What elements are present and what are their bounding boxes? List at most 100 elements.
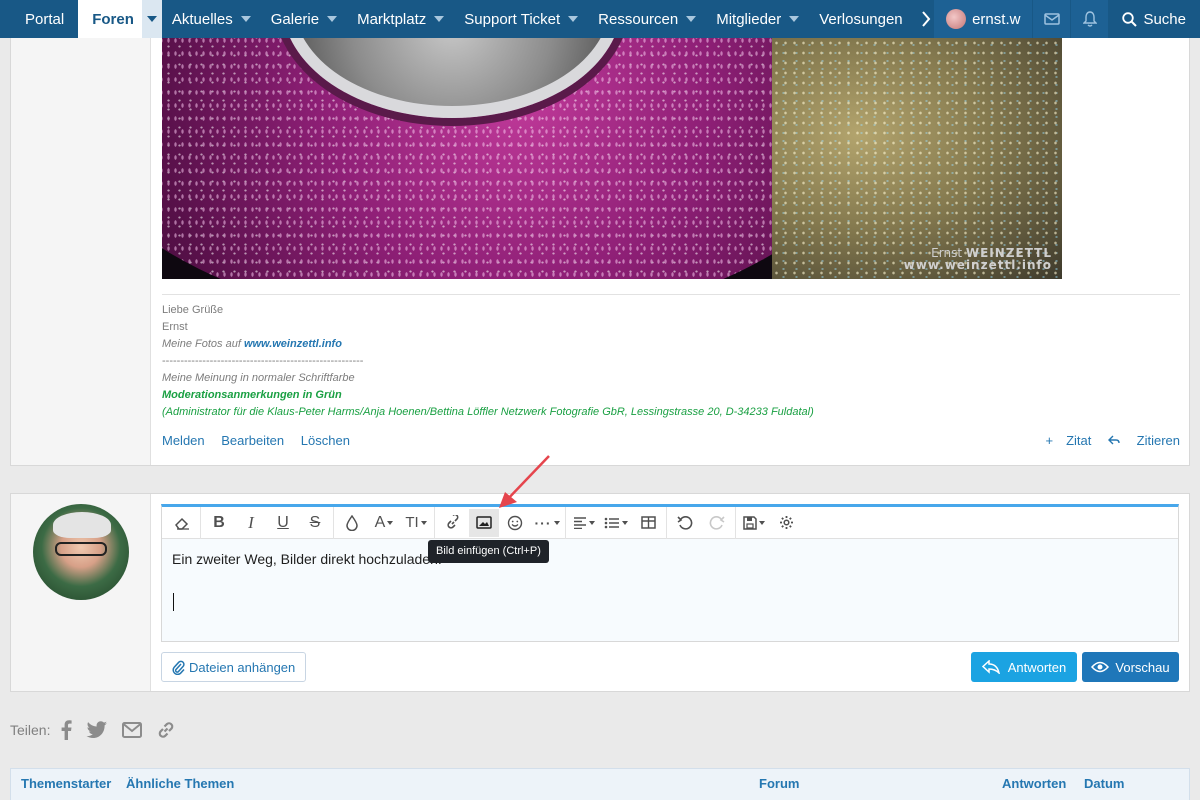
- nav-tab-galerie[interactable]: Galerie: [261, 0, 347, 38]
- nav-tab-marktplatz[interactable]: Marktplatz: [347, 0, 454, 38]
- nav-tab-foren[interactable]: Foren: [78, 0, 162, 38]
- eye-icon: [1091, 661, 1110, 673]
- post-signature: Liebe Grüße Ernst Meine Fotos auf www.we…: [162, 294, 1180, 421]
- column-header-starter[interactable]: Themenstarter: [21, 776, 111, 791]
- column-header-replies[interactable]: Antworten: [1002, 776, 1066, 791]
- signature-website-link[interactable]: www.weinzettl.info: [244, 338, 342, 350]
- reply-user-column: [11, 494, 151, 691]
- search-label: Suche: [1143, 10, 1186, 28]
- edit-link[interactable]: Bearbeiten: [221, 433, 284, 448]
- nav-tab-portal[interactable]: Portal: [0, 0, 78, 38]
- signature-admin: (Administrator für die Klaus-Peter Harms…: [162, 406, 814, 418]
- preview-button[interactable]: Vorschau: [1082, 652, 1179, 682]
- reply-icon: [981, 660, 1000, 674]
- align-icon[interactable]: [568, 507, 600, 539]
- chevron-down-icon[interactable]: [686, 16, 697, 22]
- chevron-down-icon[interactable]: [141, 0, 162, 38]
- reply-button[interactable]: Antworten: [971, 652, 1077, 682]
- reply-button-label: Antworten: [1007, 659, 1067, 675]
- list-icon[interactable]: [600, 507, 632, 539]
- twitter-icon[interactable]: [86, 721, 108, 739]
- nav-tab-label: Verlosungen: [819, 10, 903, 28]
- post-image[interactable]: Ernst WEINZETTL www.weinzettl.info: [162, 38, 1062, 279]
- link-icon[interactable]: [437, 507, 469, 539]
- gear-icon[interactable]: [770, 507, 802, 539]
- strikethrough-icon[interactable]: S: [299, 507, 331, 539]
- signature-name: Ernst: [162, 321, 188, 333]
- rich-text-editor[interactable]: B I U S A TI ··· Ein zweiter Weg, Bilder…: [161, 504, 1179, 642]
- email-icon[interactable]: [122, 722, 143, 738]
- nav-tab-label: Mitglieder: [716, 10, 782, 28]
- delete-link[interactable]: Löschen: [301, 433, 350, 448]
- nav-tab-verlosungen[interactable]: Verlosungen: [809, 0, 912, 38]
- nav-tab-mitglieder[interactable]: Mitglieder: [706, 0, 809, 38]
- column-header-date[interactable]: Datum: [1084, 776, 1124, 791]
- avatar: [946, 9, 967, 29]
- eraser-icon[interactable]: [166, 507, 198, 539]
- avatar[interactable]: [33, 504, 129, 600]
- nav-tab-label: Aktuelles: [171, 10, 233, 28]
- plus-icon: +: [1045, 433, 1054, 448]
- text-cursor: [173, 593, 174, 611]
- chevron-down-icon[interactable]: [789, 16, 800, 22]
- chevron-down-icon[interactable]: [240, 16, 251, 22]
- font-family-icon[interactable]: A: [368, 507, 400, 539]
- nav-tab-aktuelles[interactable]: Aktuelles: [162, 0, 261, 38]
- nav-tab-label: Marktplatz: [357, 10, 427, 28]
- annotation-arrow-icon: [499, 455, 550, 508]
- multiquote-label: Zitat: [1066, 433, 1092, 448]
- nav-tab-ressourcen[interactable]: Ressourcen: [588, 0, 706, 38]
- search-button[interactable]: Suche: [1108, 0, 1200, 38]
- post-user-column: [11, 38, 151, 465]
- signature-opinion: Meine Meinung in normaler Schriftfarbe: [162, 372, 355, 384]
- user-menu[interactable]: ernst.w: [934, 0, 1033, 38]
- save-draft-icon[interactable]: [738, 507, 770, 539]
- nav-tab-support-ticket[interactable]: Support Ticket: [454, 0, 588, 38]
- multiquote-link[interactable]: + Zitat: [1033, 433, 1092, 448]
- underline-icon[interactable]: U: [267, 507, 299, 539]
- quick-reply: B I U S A TI ··· Ein zweiter Weg, Bilder…: [10, 493, 1190, 692]
- nav-tab-label: Support Ticket: [464, 10, 561, 28]
- inbox-icon[interactable]: [1032, 0, 1071, 38]
- editor-content[interactable]: Ein zweiter Weg, Bilder direkt hochzulad…: [162, 539, 1178, 567]
- reply-icon: [1108, 435, 1120, 445]
- share-bar: Teilen:: [10, 720, 190, 740]
- top-navigation: Portal Foren Aktuelles Galerie Marktplat…: [0, 0, 1200, 38]
- chevron-down-icon[interactable]: [434, 16, 445, 22]
- table-icon[interactable]: [632, 507, 664, 539]
- column-header-forum[interactable]: Forum: [759, 776, 799, 791]
- signature-divider: ----------------------------------------…: [162, 355, 364, 367]
- bold-icon[interactable]: B: [203, 507, 235, 539]
- text-color-icon[interactable]: [336, 507, 368, 539]
- nav-tab-label: Portal: [25, 10, 65, 28]
- redo-icon[interactable]: [701, 507, 733, 539]
- insert-image-icon[interactable]: [469, 508, 499, 537]
- similar-threads-header: Themenstarter Ähnliche Themen Forum Antw…: [10, 768, 1190, 800]
- chevron-down-icon[interactable]: [568, 16, 579, 22]
- italic-icon[interactable]: I: [235, 507, 267, 539]
- share-label: Teilen:: [10, 722, 51, 738]
- report-link[interactable]: Melden: [162, 433, 205, 448]
- undo-icon[interactable]: [669, 507, 701, 539]
- post-actions: Melden Bearbeiten Löschen + Zitat Zitiere…: [162, 433, 1180, 448]
- quote-link[interactable]: Zitieren: [1108, 433, 1180, 448]
- chevron-down-icon[interactable]: [327, 16, 338, 22]
- attach-files-button[interactable]: Dateien anhängen: [161, 652, 307, 682]
- username: ernst.w: [972, 10, 1021, 28]
- signature-moderation: Moderationsanmerkungen in Grün: [162, 389, 342, 401]
- link-icon[interactable]: [156, 720, 176, 740]
- bell-icon[interactable]: [1070, 0, 1109, 38]
- quote-label: Zitieren: [1136, 433, 1180, 448]
- nav-tab-label: Ressourcen: [598, 10, 679, 28]
- paperclip-icon: [172, 660, 185, 675]
- search-icon: [1122, 11, 1138, 27]
- preview-button-label: Vorschau: [1115, 659, 1170, 675]
- forum-post: Ernst WEINZETTL www.weinzettl.info Liebe…: [10, 38, 1190, 466]
- toolbar-tooltip: Bild einfügen (Ctrl+P): [428, 540, 549, 563]
- facebook-icon[interactable]: [60, 720, 73, 740]
- font-size-icon[interactable]: TI: [400, 507, 432, 539]
- column-header-similar-threads[interactable]: Ähnliche Themen: [126, 776, 234, 791]
- nav-tab-label: Foren: [92, 10, 134, 28]
- editor-toolbar: B I U S A TI ···: [162, 506, 1178, 539]
- nav-tab-label: Galerie: [270, 10, 320, 28]
